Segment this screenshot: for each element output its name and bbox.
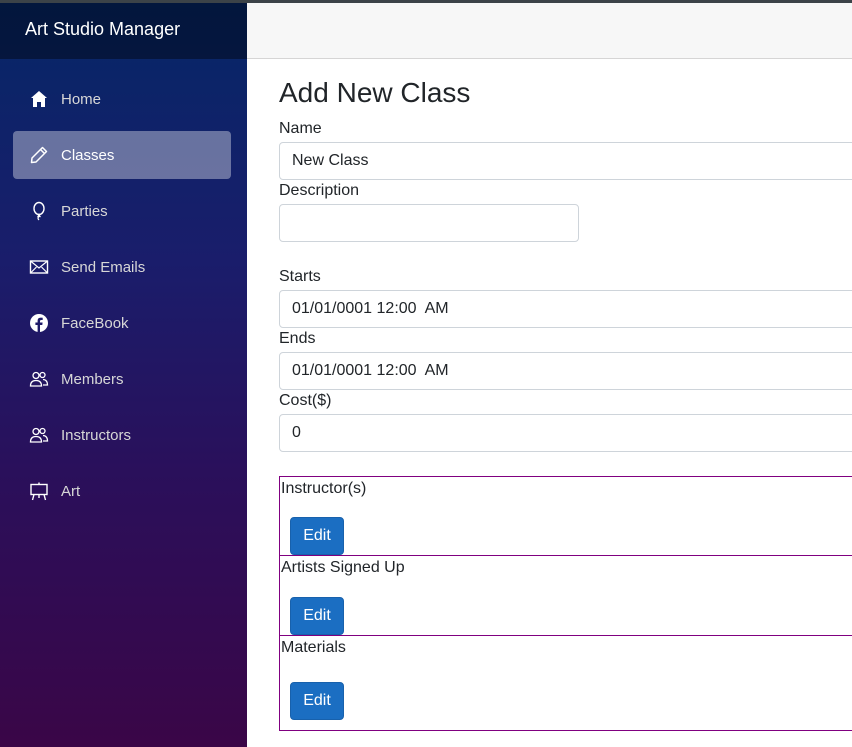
app-title[interactable]: Art Studio Manager <box>0 0 247 59</box>
artists-section: Artists Signed Up Edit <box>279 555 852 636</box>
sidebar-item-classes[interactable]: Classes <box>13 131 231 179</box>
facebook-icon <box>29 313 49 333</box>
edit-instructors-button[interactable]: Edit <box>290 517 344 555</box>
cost-input[interactable]: 0 <box>279 414 852 452</box>
edit-materials-button[interactable]: Edit <box>290 682 344 720</box>
instructors-section-title: Instructor(s) <box>281 480 367 497</box>
sidebar-item-label: Home <box>61 90 102 108</box>
people-icon <box>29 369 49 389</box>
sidebar-item-instructors[interactable]: Instructors <box>13 411 231 459</box>
name-input[interactable]: New Class <box>279 142 852 180</box>
sidebar-item-label: Art <box>61 482 81 500</box>
sidebar-item-home[interactable]: Home <box>13 75 231 123</box>
ends-label: Ends <box>279 330 316 347</box>
people-icon <box>29 425 49 445</box>
home-icon <box>29 89 49 109</box>
starts-datetime-input[interactable]: 01/01/0001 12:00 AM <box>279 290 852 328</box>
sidebar-item-label: Members <box>61 370 124 388</box>
easel-icon <box>29 481 49 501</box>
sidebar-item-label: Instructors <box>61 426 132 444</box>
sidebar-item-art[interactable]: Art <box>13 467 231 515</box>
window-top-border <box>0 0 852 3</box>
artists-section-title: Artists Signed Up <box>281 559 405 576</box>
starts-label: Starts <box>279 268 321 285</box>
sidebar-item-send-emails[interactable]: Send Emails <box>13 243 231 291</box>
edit-artists-button[interactable]: Edit <box>290 597 344 635</box>
envelope-icon <box>29 257 49 277</box>
sidebar-item-label: FaceBook <box>61 314 129 332</box>
sidebar: Art Studio Manager Home Classes Parties … <box>0 0 247 747</box>
name-label: Name <box>279 120 322 137</box>
sidebar-item-label: Classes <box>61 146 115 164</box>
sidebar-item-members[interactable]: Members <box>13 355 231 403</box>
balloon-icon <box>29 201 49 221</box>
ends-datetime-input[interactable]: 01/01/0001 12:00 AM <box>279 352 852 390</box>
sidebar-item-facebook[interactable]: FaceBook <box>13 299 231 347</box>
sidebar-item-label: Send Emails <box>61 258 146 276</box>
top-bar <box>247 3 852 59</box>
pencil-icon <box>29 145 49 165</box>
materials-section-title: Materials <box>281 639 346 656</box>
instructors-section: Instructor(s) Edit <box>279 476 852 556</box>
description-input[interactable] <box>279 204 579 242</box>
materials-section: Materials Edit <box>279 635 852 731</box>
sidebar-item-label: Parties <box>61 202 108 220</box>
page-title: Add New Class <box>279 77 471 108</box>
nav-menu: Home Classes Parties Send Emails FaceBoo… <box>0 59 247 515</box>
cost-label: Cost($) <box>279 392 332 409</box>
description-label: Description <box>279 182 360 199</box>
sidebar-item-parties[interactable]: Parties <box>13 187 231 235</box>
